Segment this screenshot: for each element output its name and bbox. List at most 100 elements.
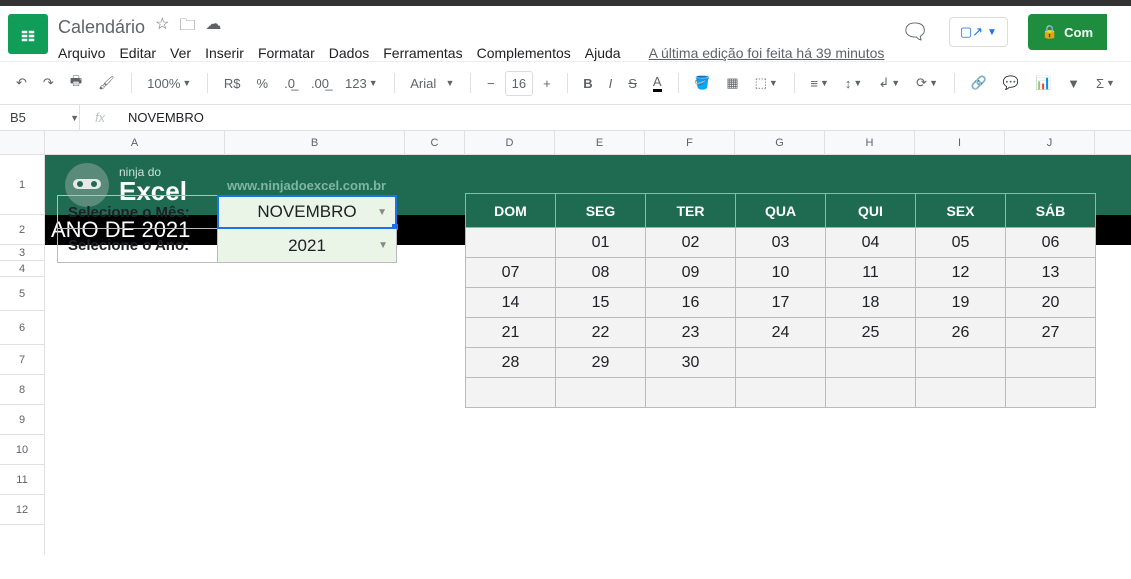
currency-button[interactable]: R$ [218,72,247,95]
cal-cell[interactable] [1006,348,1096,378]
cal-cell[interactable]: 17 [736,288,826,318]
cal-cell[interactable]: 09 [646,258,736,288]
cal-cell[interactable]: 25 [826,318,916,348]
cal-cell[interactable]: 21 [466,318,556,348]
row-header[interactable]: 7 [0,345,44,375]
menu-complementos[interactable]: Complementos [477,45,571,61]
cal-cell[interactable]: 20 [1006,288,1096,318]
row-header[interactable]: 4 [0,261,44,277]
menu-dados[interactable]: Dados [329,45,369,61]
dropdown-icon[interactable]: ▼ [377,207,387,218]
menu-ajuda[interactable]: Ajuda [585,45,621,61]
move-icon[interactable]: 🗀 [179,14,195,41]
cal-cell[interactable]: 08 [556,258,646,288]
chart-button[interactable]: 📊 [1029,71,1057,95]
dropdown-icon[interactable]: ▼ [378,240,388,251]
comments-icon[interactable]: 🗨 [901,19,929,45]
col-header[interactable]: F [645,131,735,154]
cal-cell[interactable]: 29 [556,348,646,378]
col-header[interactable]: B [225,131,405,154]
cloud-icon[interactable]: ☁ [205,14,221,41]
halign-button[interactable]: ≡ ▼ [804,72,835,95]
percent-button[interactable]: % [251,72,275,95]
row-header[interactable]: 1 [0,155,44,215]
increase-decimal-button[interactable]: .00̲ [305,72,335,95]
strike-button[interactable]: S [622,72,643,95]
comment-button[interactable]: 💬 [997,71,1025,95]
filter-button[interactable]: ▼ [1061,72,1086,95]
functions-button[interactable]: Σ ▼ [1090,72,1121,95]
cal-cell[interactable] [826,378,916,408]
row-header[interactable]: 10 [0,435,44,465]
month-select-cell[interactable]: NOVEMBRO ▼ [217,195,397,229]
year-select-cell[interactable]: 2021 ▼ [217,229,397,263]
rotate-button[interactable]: ⟳ ▼ [910,71,944,95]
merge-button[interactable]: ⬚ ▼ [749,71,784,95]
print-button[interactable]: 🖶 [64,68,88,98]
cal-cell[interactable]: 10 [736,258,826,288]
cal-cell[interactable]: 03 [736,228,826,258]
cal-cell[interactable]: 12 [916,258,1006,288]
cal-cell[interactable] [556,378,646,408]
row-header[interactable]: 5 [0,277,44,311]
cal-cell[interactable] [736,348,826,378]
row-header[interactable]: 6 [0,311,44,345]
share-button[interactable]: 🔒 Com [1028,14,1107,50]
last-edit-status[interactable]: A última edição foi feita há 39 minutos [649,45,885,61]
cal-cell[interactable]: 30 [646,348,736,378]
cal-cell[interactable]: 16 [646,288,736,318]
star-icon[interactable]: ☆ [155,14,169,41]
col-header[interactable]: D [465,131,555,154]
menu-formatar[interactable]: Formatar [258,45,315,61]
cal-cell[interactable] [916,348,1006,378]
cal-cell[interactable] [466,378,556,408]
cal-cell[interactable]: 14 [466,288,556,318]
name-box[interactable]: B5▼ [0,105,80,130]
row-header[interactable]: 12 [0,495,44,525]
menu-ver[interactable]: Ver [170,45,191,61]
col-header[interactable]: J [1005,131,1095,154]
font-size-increase[interactable]: + [537,72,557,95]
select-all-corner[interactable] [0,131,44,155]
cal-cell[interactable]: 05 [916,228,1006,258]
cal-cell[interactable]: 24 [736,318,826,348]
cal-cell[interactable] [826,348,916,378]
valign-button[interactable]: ↕ ▼ [839,72,868,95]
cal-cell[interactable]: 02 [646,228,736,258]
cal-cell[interactable]: 22 [556,318,646,348]
col-header[interactable]: E [555,131,645,154]
col-header[interactable]: A [45,131,225,154]
cal-cell[interactable]: 19 [916,288,1006,318]
formula-bar[interactable]: NOVEMBRO [120,110,204,125]
zoom-select[interactable]: 100% ▼ [141,72,197,95]
cal-cell[interactable] [736,378,826,408]
row-header[interactable]: 8 [0,375,44,405]
cal-cell[interactable]: 04 [826,228,916,258]
redo-button[interactable]: ↷ [37,71,60,95]
col-header[interactable]: G [735,131,825,154]
col-header[interactable]: I [915,131,1005,154]
sheets-logo[interactable] [8,14,48,54]
menu-ferramentas[interactable]: Ferramentas [383,45,462,61]
fill-color-button[interactable]: 🪣 [688,71,716,95]
cal-cell[interactable]: 01 [556,228,646,258]
font-size-decrease[interactable]: − [481,72,501,95]
col-header[interactable]: C [405,131,465,154]
link-button[interactable]: 🔗 [965,71,993,95]
cal-cell[interactable] [916,378,1006,408]
cal-cell[interactable] [646,378,736,408]
font-size-input[interactable]: 16 [505,71,533,96]
menu-editar[interactable]: Editar [119,45,156,61]
row-header[interactable]: 3 [0,245,44,261]
cal-cell[interactable]: 28 [466,348,556,378]
present-button[interactable]: ▢↗ ▼ [949,17,1008,47]
cal-cell[interactable]: 06 [1006,228,1096,258]
cal-cell[interactable]: 13 [1006,258,1096,288]
bold-button[interactable]: B [577,72,598,95]
borders-button[interactable]: ▦ [720,71,744,95]
cal-cell[interactable]: 07 [466,258,556,288]
font-select[interactable]: Arial ▼ [404,72,460,95]
col-header[interactable]: H [825,131,915,154]
row-header[interactable]: 11 [0,465,44,495]
cal-cell[interactable] [1006,378,1096,408]
